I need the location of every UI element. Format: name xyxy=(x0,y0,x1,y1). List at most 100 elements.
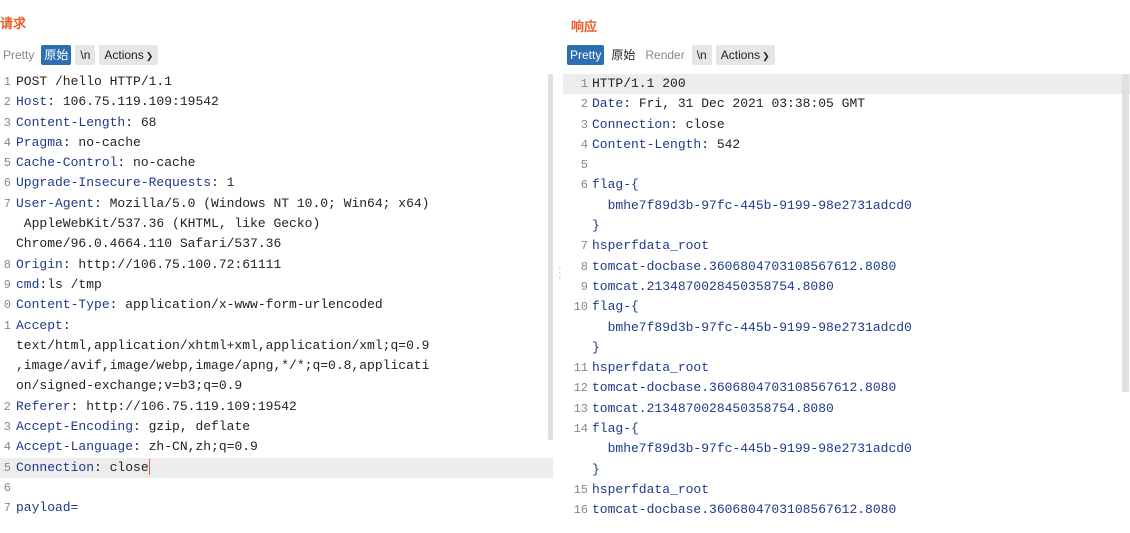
line-content: cmd:ls /tmp xyxy=(16,275,102,295)
response-actions-button[interactable]: Actions ❯ xyxy=(715,45,775,65)
line-content: text/html,application/xhtml+xml,applicat… xyxy=(16,336,429,356)
line-text: hsperfdata_root xyxy=(592,238,710,254)
code-line[interactable]: 7 hsperfdata_root xyxy=(563,236,1130,256)
code-line[interactable]: 3 Accept-Encoding: gzip, deflate xyxy=(0,417,553,437)
code-line[interactable]: 5 xyxy=(563,155,1130,175)
code-line[interactable]: 4 Content-Length: 542 xyxy=(563,135,1130,155)
code-line[interactable]: 14 flag-{ xyxy=(563,419,1130,439)
header-name: Origin xyxy=(16,256,63,272)
code-line[interactable]: 7 User-Agent: Mozilla/5.0 (Windows NT 10.… xyxy=(0,194,553,214)
line-content: Referer: http://106.75.119.109:19542 xyxy=(16,397,297,417)
line-number: 4 xyxy=(580,137,588,152)
line-number: 1 xyxy=(3,75,11,89)
line-text: tomcat.2134870028450358754.8080 xyxy=(592,278,834,294)
code-line[interactable]: 2 Referer: http://106.75.119.109:19542 xyxy=(0,397,553,417)
response-editor[interactable]: 1 HTTP/1.1 200 2 Date: Fri, 31 Dec 2021 03:… xyxy=(563,74,1130,533)
header-name: Connection xyxy=(592,116,671,132)
line-text: Chrome/96.0.4664.110 Safari/537.36 xyxy=(16,236,282,252)
line-content: Upgrade-Insecure-Requests: 1 xyxy=(16,173,234,193)
code-line[interactable]: 11 hsperfdata_root xyxy=(563,358,1130,378)
code-line[interactable]: 13 tomcat.2134870028450358754.8080 xyxy=(563,399,1130,419)
code-line[interactable]: AppleWebKit/537.36 (KHTML, like Gecko) xyxy=(0,214,553,234)
response-newline-toggle[interactable]: \n xyxy=(691,45,712,65)
chevron-down-icon: ❯ xyxy=(145,51,154,61)
code-line[interactable]: } xyxy=(563,216,1130,236)
header-name: cmd xyxy=(16,276,40,292)
line-text: bmhe7f89d3b-97fc-445b-9199-98e2731adcd0 xyxy=(592,441,912,457)
response-raw-tab[interactable]: 原始 xyxy=(608,45,639,65)
code-line[interactable]: bmhe7f89d3b-97fc-445b-9199-98e2731adcd0 xyxy=(563,196,1130,216)
line-content: } xyxy=(592,338,600,358)
code-line[interactable]: 5 Connection: close xyxy=(0,457,553,478)
code-line[interactable]: 1 Accept: xyxy=(0,316,553,336)
line-number: 8 xyxy=(580,259,588,274)
code-line[interactable]: 6 flag-{ xyxy=(563,175,1130,195)
code-line[interactable]: 16 tomcat-docbase.3606804703108567612.808… xyxy=(563,500,1130,520)
line-content: Accept-Language: zh-CN,zh;q=0.9 xyxy=(16,437,258,457)
code-line[interactable]: text/html,application/xhtml+xml,applicat… xyxy=(0,336,553,356)
code-line[interactable]: 9 tomcat.2134870028450358754.8080 xyxy=(563,277,1130,297)
code-line[interactable]: 9 cmd:ls /tmp xyxy=(0,275,553,295)
line-number: 7 xyxy=(3,196,11,211)
code-line[interactable]: ,image/avif,image/webp,image/apng,*/*;q=… xyxy=(0,356,553,376)
response-toolbar: Pretty 原始 Render \n Actions ❯ xyxy=(567,45,775,65)
code-line[interactable]: on/signed-exchange;v=b3;q=0.9 xyxy=(0,376,553,396)
code-line[interactable]: 2 Date: Fri, 31 Dec 2021 03:38:05 GMT xyxy=(563,94,1130,114)
code-line[interactable]: 3 Connection: close xyxy=(563,115,1130,135)
code-line[interactable]: 1 POST /hello HTTP/1.1 xyxy=(0,72,553,92)
header-name: Upgrade-Insecure-Requests xyxy=(16,175,212,191)
code-line[interactable]: 15 hsperfdata_root xyxy=(563,480,1130,500)
code-line[interactable]: bmhe7f89d3b-97fc-445b-9199-98e2731adcd0 xyxy=(563,318,1130,338)
code-line[interactable]: 8 tomcat-docbase.3606804703108567612.8080 xyxy=(563,257,1130,277)
line-number: 1 xyxy=(3,318,11,333)
code-line[interactable]: } xyxy=(563,460,1130,480)
request-actions-button[interactable]: Actions ❯ xyxy=(99,45,159,65)
code-line[interactable]: 2 Host: 106.75.119.109:19542 xyxy=(0,92,553,112)
code-line[interactable]: 4 Pragma: no-cache xyxy=(0,133,553,153)
code-line[interactable]: 10 flag-{ xyxy=(563,297,1130,317)
code-line[interactable]: 7 payload= xyxy=(0,498,553,518)
header-name: payload= xyxy=(16,500,79,516)
request-pretty-tab[interactable]: Pretty xyxy=(0,45,38,65)
request-title: 请求 xyxy=(0,16,27,31)
line-content: Content-Type: application/x-www-form-url… xyxy=(16,295,383,315)
code-line[interactable]: 6 xyxy=(0,478,553,498)
code-line[interactable]: Chrome/96.0.4664.110 Safari/537.36 xyxy=(0,234,553,254)
line-content: tomcat.2134870028450358754.8080 xyxy=(592,277,834,297)
line-number: 2 xyxy=(3,95,11,110)
request-editor[interactable]: 1 POST /hello HTTP/1.1 2 Host: 106.75.119.1… xyxy=(0,72,553,533)
line-content: } xyxy=(592,216,600,236)
response-pretty-tab[interactable]: Pretty xyxy=(567,45,605,65)
line-text: : 1 xyxy=(211,175,235,191)
header-name: Pragma xyxy=(16,134,63,150)
request-scrollbar[interactable] xyxy=(548,74,553,440)
code-line[interactable]: 1 HTTP/1.1 200 xyxy=(563,74,1130,95)
line-number: 4 xyxy=(3,440,11,455)
line-number: 3 xyxy=(580,117,588,132)
line-text: : gzip, deflate xyxy=(133,419,251,435)
code-line[interactable]: 3 Content-Length: 68 xyxy=(0,113,553,133)
request-newline-toggle[interactable]: \n xyxy=(75,45,96,65)
code-line[interactable]: 5 Cache-Control: no-cache xyxy=(0,153,553,173)
code-line[interactable]: 4 Accept-Language: zh-CN,zh;q=0.9 xyxy=(0,437,553,457)
code-line[interactable]: } xyxy=(563,338,1130,358)
code-line[interactable]: 8 Origin: http://106.75.100.72:61111 xyxy=(0,255,553,275)
line-content: flag-{ xyxy=(592,175,639,195)
pane-splitter[interactable]: · · · xyxy=(558,263,562,284)
line-text: : 106.75.119.109:19542 xyxy=(47,94,219,110)
line-number: 9 xyxy=(3,277,11,292)
line-number: 3 xyxy=(3,420,11,435)
code-line[interactable]: bmhe7f89d3b-97fc-445b-9199-98e2731adcd0 xyxy=(563,439,1130,459)
line-text: bmhe7f89d3b-97fc-445b-9199-98e2731adcd0 xyxy=(592,319,912,335)
response-scrollbar[interactable] xyxy=(1122,74,1129,392)
code-line[interactable]: 0 Content-Type: application/x-www-form-ur… xyxy=(0,295,553,315)
code-line[interactable]: 12 tomcat-docbase.3606804703108567612.808… xyxy=(563,378,1130,398)
code-line[interactable]: 6 Upgrade-Insecure-Requests: 1 xyxy=(0,173,553,193)
line-text: AppleWebKit/537.36 (KHTML, like Gecko) xyxy=(16,216,321,232)
line-text: : 68 xyxy=(125,114,157,130)
line-text: text/html,application/xhtml+xml,applicat… xyxy=(16,337,430,353)
response-render-tab[interactable]: Render xyxy=(642,45,688,65)
line-number: 0 xyxy=(3,298,11,313)
line-text: :ls /tmp xyxy=(39,276,102,292)
request-raw-tab[interactable]: 原始 xyxy=(41,45,72,65)
